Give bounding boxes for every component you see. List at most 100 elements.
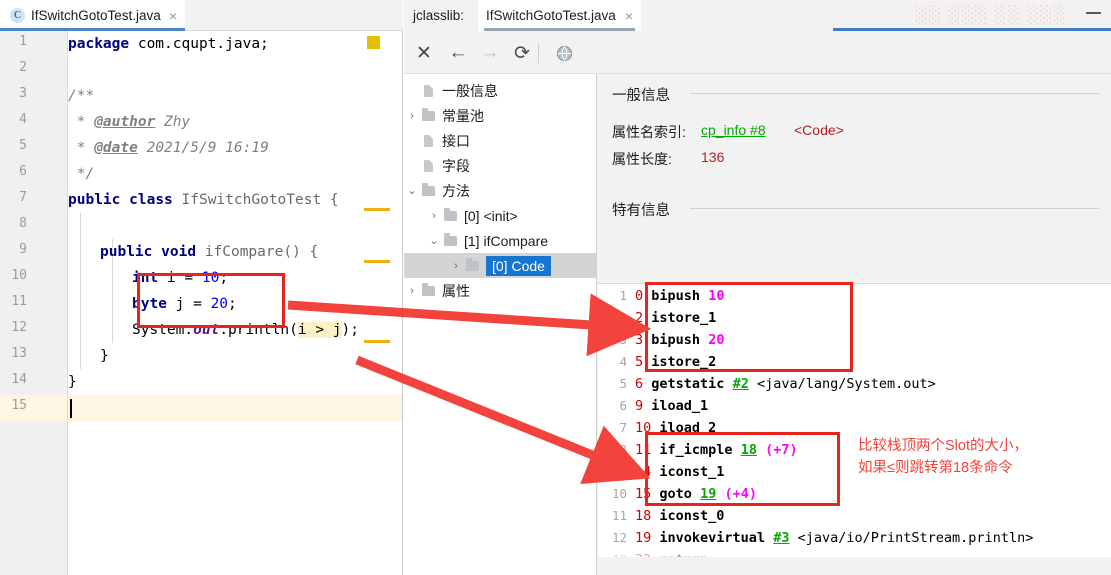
tool-window-toolbar: ✕ ← → ⟳	[404, 31, 1111, 74]
bytecode-row[interactable]: 1322 return	[598, 549, 1111, 557]
fold-toggle-icon[interactable]: ⊖	[68, 347, 70, 365]
bytecode-row[interactable]: 7 10 iload_2	[598, 417, 1111, 439]
bytecode-row[interactable]: 22 istore_1	[598, 307, 1111, 329]
line-number: 4	[19, 112, 27, 127]
bytecode-reference-link[interactable]: 18	[741, 442, 757, 458]
bytecode-offset: 11	[635, 442, 652, 458]
code-line-7: public class IfSwitchGotoTest {	[68, 192, 339, 208]
bytecode-line-number: 2	[619, 310, 627, 325]
tree-node[interactable]: 一般信息	[404, 78, 596, 103]
tree-node[interactable]: › 属性	[404, 278, 596, 303]
tree-node[interactable]: ⌄ 方法	[404, 178, 596, 203]
editor-scrollbar[interactable]	[390, 31, 402, 575]
line-number: 1	[19, 34, 27, 49]
bytecode-reference-link[interactable]: #3	[773, 530, 789, 546]
bytecode-listing[interactable]: 10 bipush 10 2 2 istore_1 3 3 bipush 20 4 5 is…	[598, 283, 1111, 557]
tree-node-label: 常量池	[442, 107, 484, 124]
tree-node[interactable]: 接口	[404, 128, 596, 153]
folder-icon	[442, 232, 459, 246]
close-icon[interactable]: ✕	[410, 39, 438, 67]
chevron-right-icon[interactable]: ›	[404, 285, 420, 297]
code-line-12: System.out.println(i > j);	[132, 322, 360, 338]
bytecode-row[interactable]: 69 iload_1	[598, 395, 1111, 417]
close-icon[interactable]: ×	[625, 9, 633, 23]
bytecode-branch-delta: (+7)	[765, 442, 798, 458]
tree-node[interactable]: 字段	[404, 153, 596, 178]
bytecode-row[interactable]: 11 18 iconst_0	[598, 505, 1111, 527]
faded-watermark-text: ░░ ░░░ ░░ ░░░	[915, 5, 1067, 24]
line-number: 15	[11, 398, 27, 413]
fold-toggle-icon[interactable]: ⊖	[68, 87, 70, 105]
tree-node[interactable]: › [0] Code	[404, 253, 596, 278]
line-number: 11	[11, 294, 27, 309]
specific-info-title: 特有信息	[612, 203, 670, 219]
jclasslib-tab-ifswitchgototest[interactable]: IfSwitchGotoTest.java ×	[478, 0, 641, 31]
class-structure-tree[interactable]: 一般信息 › 常量池接口字段 ⌄ 方法 › [0] <init> ⌄ [1] ifCompare…	[404, 74, 597, 575]
close-icon[interactable]: ×	[169, 9, 177, 23]
tree-node[interactable]: ⌄ [1] ifCompare	[404, 228, 596, 253]
bytecode-row[interactable]: 12 19 invokevirtual #3 <java/io/PrintStre…	[598, 527, 1111, 549]
bytecode-row[interactable]: 56 getstatic #2 <java/lang/System.out>	[598, 373, 1111, 395]
reload-icon[interactable]: ⟳	[508, 39, 536, 67]
bytecode-opcode: iload_1	[651, 398, 709, 414]
bytecode-reference-link[interactable]: 19	[700, 486, 716, 502]
editor-gutter[interactable]: 1 2 3 4 5 6 7 8 9 10 11 12 13 14 15	[0, 31, 68, 575]
tree-node-label: [1] ifCompare	[464, 232, 549, 249]
chevron-down-icon[interactable]: ⌄	[404, 184, 420, 197]
folder-icon	[420, 282, 437, 296]
back-icon[interactable]: ←	[444, 39, 472, 67]
bottom-strip	[598, 557, 1111, 575]
bytecode-row[interactable]: 10 15 goto 19 (+4)	[598, 483, 1111, 505]
bytecode-row[interactable]: 8 11 if_icmple 18 (+7)	[598, 439, 1111, 461]
minimize-icon[interactable]	[1086, 12, 1101, 14]
code-area[interactable]: package com.cqupt.java; /** * @author Zh…	[68, 31, 402, 575]
line-number: 6	[19, 164, 27, 179]
fold-toggle-icon[interactable]: ⊖	[68, 243, 70, 261]
tree-node[interactable]: › [0] <init>	[404, 203, 596, 228]
jclasslib-tool-window: jclasslib: IfSwitchGotoTest.java × ░░ ░░…	[404, 0, 1111, 575]
bytecode-offset: 9	[635, 398, 644, 414]
globe-icon[interactable]	[550, 39, 578, 67]
chevron-right-icon[interactable]: ›	[448, 260, 464, 272]
bytecode-offset: 19	[635, 530, 652, 546]
cp-info-link[interactable]: cp_info #8	[701, 122, 766, 138]
folder-icon	[464, 257, 481, 271]
bytecode-reference-link[interactable]: #2	[733, 376, 749, 392]
bytecode-row[interactable]: 10 bipush 10	[598, 285, 1111, 307]
line-number: 12	[11, 320, 27, 335]
java-class-icon: C	[10, 8, 25, 23]
gutter-marker[interactable]	[364, 208, 390, 211]
section-rule	[690, 208, 1099, 209]
line-number: 3	[19, 86, 27, 101]
bytecode-row[interactable]: 33 bipush 20	[598, 329, 1111, 351]
line-number: 5	[19, 138, 27, 153]
editor-tab-bar: C IfSwitchGotoTest.java ×	[0, 0, 403, 31]
gutter-marker[interactable]	[364, 260, 390, 263]
code-line-5: * @date 2021/5/9 16:19	[68, 140, 269, 156]
bytecode-line-number: 7	[619, 420, 627, 435]
code-line-1: package com.cqupt.java;	[68, 36, 269, 52]
fold-toggle-icon[interactable]: ⊖	[68, 165, 70, 183]
bytecode-row[interactable]: 45 istore_2	[598, 351, 1111, 373]
file-icon	[420, 159, 437, 172]
bytecode-line-number: 5	[619, 376, 627, 391]
bytecode-line-number: 4	[619, 354, 627, 369]
tree-node[interactable]: › 常量池	[404, 103, 596, 128]
bytecode-line-number: 1	[619, 288, 627, 303]
gutter-marker[interactable]	[364, 340, 390, 343]
bytecode-offset: 2	[635, 310, 644, 326]
tree-node-label: 接口	[442, 132, 470, 149]
bytecode-offset: 6	[635, 376, 644, 392]
chevron-down-icon[interactable]: ⌄	[426, 234, 442, 247]
editor-tab-ifswitchgototest[interactable]: C IfSwitchGotoTest.java ×	[0, 0, 185, 31]
bytecode-row[interactable]: 9 14 iconst_1	[598, 461, 1111, 483]
chevron-right-icon[interactable]: ›	[426, 210, 442, 222]
forward-icon[interactable]: →	[476, 39, 504, 67]
code-line-14: }	[68, 374, 77, 390]
warning-indicator[interactable]	[367, 36, 380, 49]
editor-tab-label: IfSwitchGotoTest.java	[31, 8, 161, 23]
chevron-right-icon[interactable]: ›	[404, 110, 420, 122]
tree-node-label: 字段	[442, 157, 470, 174]
code-line-3: /**	[68, 88, 95, 104]
